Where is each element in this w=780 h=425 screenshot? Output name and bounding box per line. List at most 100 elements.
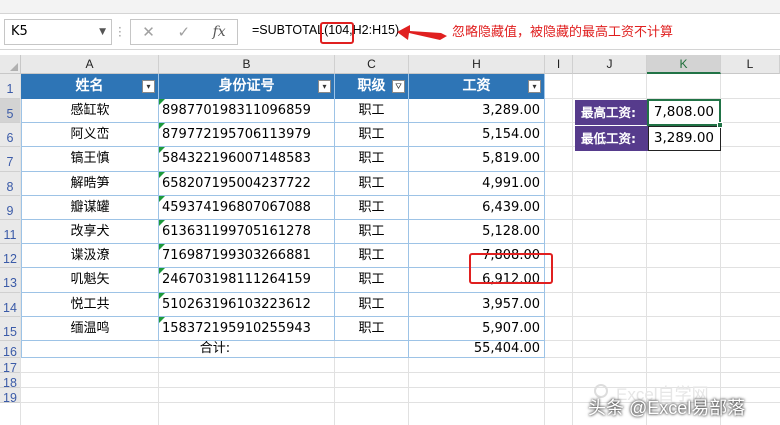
cell-level[interactable]: 职工 xyxy=(335,316,409,341)
max-salary-highlight-box xyxy=(469,253,553,284)
number-as-text-indicator-icon xyxy=(159,147,165,154)
fill-handle[interactable] xyxy=(717,122,723,128)
total-value[interactable]: 55,404.00 xyxy=(409,341,545,358)
cell-level-text: 职工 xyxy=(358,199,385,215)
row-header[interactable]: 8 xyxy=(0,171,21,196)
cell-level-text: 职工 xyxy=(358,175,385,191)
cell-level[interactable]: 职工 xyxy=(335,220,409,245)
cell-name[interactable]: 谍汲潦 xyxy=(21,244,159,269)
cell-id-number-text: 459374196807067088 xyxy=(162,199,311,215)
row-header[interactable]: 15 xyxy=(0,316,21,341)
cell-salary[interactable]: 3,957.00 xyxy=(409,292,545,317)
select-all-corner[interactable] xyxy=(0,55,21,74)
cell-level[interactable]: 职工 xyxy=(335,123,409,148)
cell-name-text: 阿义峦 xyxy=(70,127,110,143)
chevron-down-icon[interactable]: ▼ xyxy=(99,27,106,37)
cell-id-number[interactable]: 246703198111264159 xyxy=(159,268,335,293)
cell-id-number[interactable]: 658207195004237722 xyxy=(159,171,335,196)
cell-name[interactable]: 瓣谋罐 xyxy=(21,195,159,220)
cell-salary-text: 5,819.00 xyxy=(482,151,540,167)
cell-level[interactable]: 职工 xyxy=(335,268,409,293)
cell-id-number[interactable]: 510263196103223612 xyxy=(159,292,335,317)
header-name: 姓名 ▾ xyxy=(21,74,159,99)
cell-salary[interactable]: 5,819.00 xyxy=(409,147,545,172)
row-header[interactable]: 18 xyxy=(0,373,21,390)
name-box[interactable]: K5 ▼ xyxy=(4,19,112,45)
insert-function-icon[interactable]: fx xyxy=(213,24,226,40)
cell-salary[interactable]: 4,991.00 xyxy=(409,171,545,196)
resize-grip-icon[interactable]: · · · xyxy=(118,22,124,42)
cell-id-number-text: 716987199303266881 xyxy=(162,248,311,264)
column-header-k[interactable]: K xyxy=(647,55,721,74)
number-as-text-indicator-icon xyxy=(159,171,165,178)
row-header[interactable]: 13 xyxy=(0,268,21,293)
cell-salary[interactable]: 3,289.00 xyxy=(409,99,545,124)
cell-name[interactable]: 镐王慎 xyxy=(21,147,159,172)
row-header[interactable]: 16 xyxy=(0,341,21,359)
header-id-number-label: 身份证号 xyxy=(218,78,275,94)
column-header-h[interactable]: H xyxy=(409,55,545,74)
row-header[interactable]: 6 xyxy=(0,123,21,148)
cell-name[interactable]: 悦工共 xyxy=(21,292,159,317)
enter-icon[interactable]: ✓ xyxy=(177,23,190,41)
cell-name-text: 感缸软 xyxy=(70,103,110,118)
column-header-i[interactable]: I xyxy=(545,55,573,74)
row-header[interactable]: 11 xyxy=(0,220,21,245)
cell-name[interactable]: 改享犬 xyxy=(21,220,159,245)
filter-dropdown-icon[interactable]: ▾ xyxy=(528,80,541,93)
cell-id-number-text: 658207195004237722 xyxy=(162,175,311,191)
cell-name-text: 悦工共 xyxy=(70,296,110,312)
filter-active-icon[interactable]: ⛛ xyxy=(392,80,405,93)
cell-id-number[interactable]: 716987199303266881 xyxy=(159,244,335,269)
cell-id-number[interactable]: 459374196807067088 xyxy=(159,195,335,220)
row-header[interactable]: 7 xyxy=(0,147,21,172)
cell-level-text: 职工 xyxy=(358,224,385,239)
cell-level[interactable]: 职工 xyxy=(335,171,409,196)
column-header-c[interactable]: C xyxy=(335,55,409,74)
total-label: 合计: xyxy=(21,341,409,358)
cell-id-number[interactable]: 879772195706113979 xyxy=(159,123,335,148)
row-header[interactable]: 17 xyxy=(0,358,21,375)
column-header-l[interactable]: L xyxy=(721,55,780,74)
header-level: 职级 ⛛ xyxy=(335,74,409,99)
min-salary-value[interactable]: 3,289.00 xyxy=(648,126,721,151)
row-header[interactable]: 19 xyxy=(0,388,21,405)
cell-salary[interactable]: 6,439.00 xyxy=(409,195,545,220)
cancel-icon[interactable]: ✕ xyxy=(142,23,155,41)
cell-name[interactable]: 阿义峦 xyxy=(21,123,159,148)
cell-salary[interactable]: 5,128.00 xyxy=(409,220,545,245)
filter-dropdown-icon[interactable]: ▾ xyxy=(142,80,155,93)
column-header-j[interactable]: J xyxy=(573,55,647,74)
cell-id-number[interactable]: 898770198311096859 xyxy=(159,99,335,124)
cell-salary-text: 4,991.00 xyxy=(482,175,540,191)
row-header[interactable]: 12 xyxy=(0,244,21,269)
header-id-number: 身份证号 ▾ xyxy=(159,74,335,99)
cell-level[interactable]: 职工 xyxy=(335,147,409,172)
row-header[interactable]: 5 xyxy=(0,99,21,124)
cell-name[interactable]: 缅温鸣 xyxy=(21,316,159,341)
cell-level[interactable]: 职工 xyxy=(335,195,409,220)
grid-col-line xyxy=(572,74,573,425)
cell-id-number[interactable]: 158372195910255943 xyxy=(159,316,335,341)
cell-name[interactable]: 感缸软 xyxy=(21,99,159,124)
row-header[interactable]: 14 xyxy=(0,292,21,317)
cell-level[interactable]: 职工 xyxy=(335,244,409,269)
cell-name[interactable]: 叽魁矢 xyxy=(21,268,159,293)
formula-buttons: ✕ ✓ fx xyxy=(130,19,238,45)
cell-id-number-text: 613631199705161278 xyxy=(162,224,311,239)
cell-name-text: 谍汲潦 xyxy=(70,248,110,264)
number-as-text-indicator-icon xyxy=(159,99,165,105)
cell-salary[interactable]: 5,907.00 xyxy=(409,316,545,341)
cell-level[interactable]: 职工 xyxy=(335,99,409,124)
cell-id-number[interactable]: 584322196007148583 xyxy=(159,147,335,172)
column-header-b[interactable]: B xyxy=(159,55,335,74)
cell-level-text: 职工 xyxy=(358,248,385,264)
row-header[interactable]: 9 xyxy=(0,195,21,220)
cell-name[interactable]: 解晧笋 xyxy=(21,171,159,196)
row-header[interactable]: 1 xyxy=(0,74,21,99)
cell-level[interactable]: 职工 xyxy=(335,292,409,317)
filter-dropdown-icon[interactable]: ▾ xyxy=(318,80,331,93)
column-header-a[interactable]: A xyxy=(21,55,159,74)
cell-id-number[interactable]: 613631199705161278 xyxy=(159,220,335,245)
cell-salary[interactable]: 5,154.00 xyxy=(409,123,545,148)
